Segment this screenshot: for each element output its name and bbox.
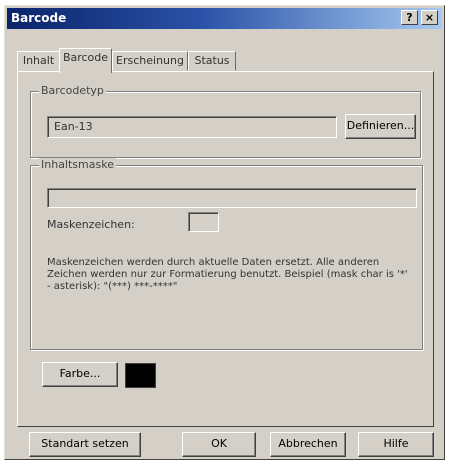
farbe-button[interactable]: Farbe...	[42, 362, 118, 387]
tab-label: Status	[194, 54, 230, 67]
barcode-tab-panel: Barcodetyp Ean-13 Definieren... Inhaltsm…	[17, 71, 434, 427]
mask-description: Maskenzeichen werden durch aktuelle Date…	[47, 257, 408, 292]
cancel-button[interactable]: Abbrechen	[270, 432, 346, 457]
maskenzeichen-input[interactable]	[188, 212, 219, 232]
barcodetyp-field[interactable]: Ean-13	[47, 116, 337, 138]
tab-label: Barcode	[62, 51, 109, 64]
tab-inhalt[interactable]: Inhalt	[17, 51, 60, 71]
barcode-dialog: Barcode ? × Inhalt Barcode Erscheinung S…	[4, 5, 445, 460]
tab-barcode[interactable]: Barcode	[59, 48, 112, 73]
cancel-button-label: Abbrechen	[278, 437, 338, 450]
close-icon: ×	[424, 11, 435, 24]
mask-input[interactable]	[47, 188, 417, 208]
window-title: Barcode	[11, 11, 67, 25]
tab-label: Inhalt	[22, 54, 55, 67]
ok-button[interactable]: OK	[182, 432, 256, 457]
hilfe-button-label: Hilfe	[383, 437, 409, 450]
title-bar[interactable]: Barcode ? ×	[7, 8, 442, 29]
tab-status[interactable]: Status	[188, 51, 236, 71]
define-button[interactable]: Definieren...	[345, 114, 416, 139]
close-button[interactable]: ×	[421, 10, 438, 25]
tab-erscheinung[interactable]: Erscheinung	[112, 51, 188, 71]
define-button-label: Definieren...	[346, 119, 415, 132]
barcodetyp-group-label: Barcodetyp	[39, 84, 106, 97]
farbe-button-label: Farbe...	[59, 367, 101, 380]
tab-label: Erscheinung	[116, 54, 184, 67]
maskenzeichen-label: Maskenzeichen:	[47, 218, 135, 231]
help-title-button[interactable]: ?	[401, 10, 418, 25]
help-icon: ?	[406, 11, 413, 24]
hilfe-button[interactable]: Hilfe	[358, 432, 434, 457]
standard-button-label: Standart setzen	[41, 437, 129, 450]
color-swatch[interactable]	[125, 363, 156, 388]
inhaltsmaske-group-label: Inhaltsmaske	[39, 158, 116, 171]
ok-button-label: OK	[211, 437, 227, 450]
standard-button[interactable]: Standart setzen	[29, 432, 141, 457]
